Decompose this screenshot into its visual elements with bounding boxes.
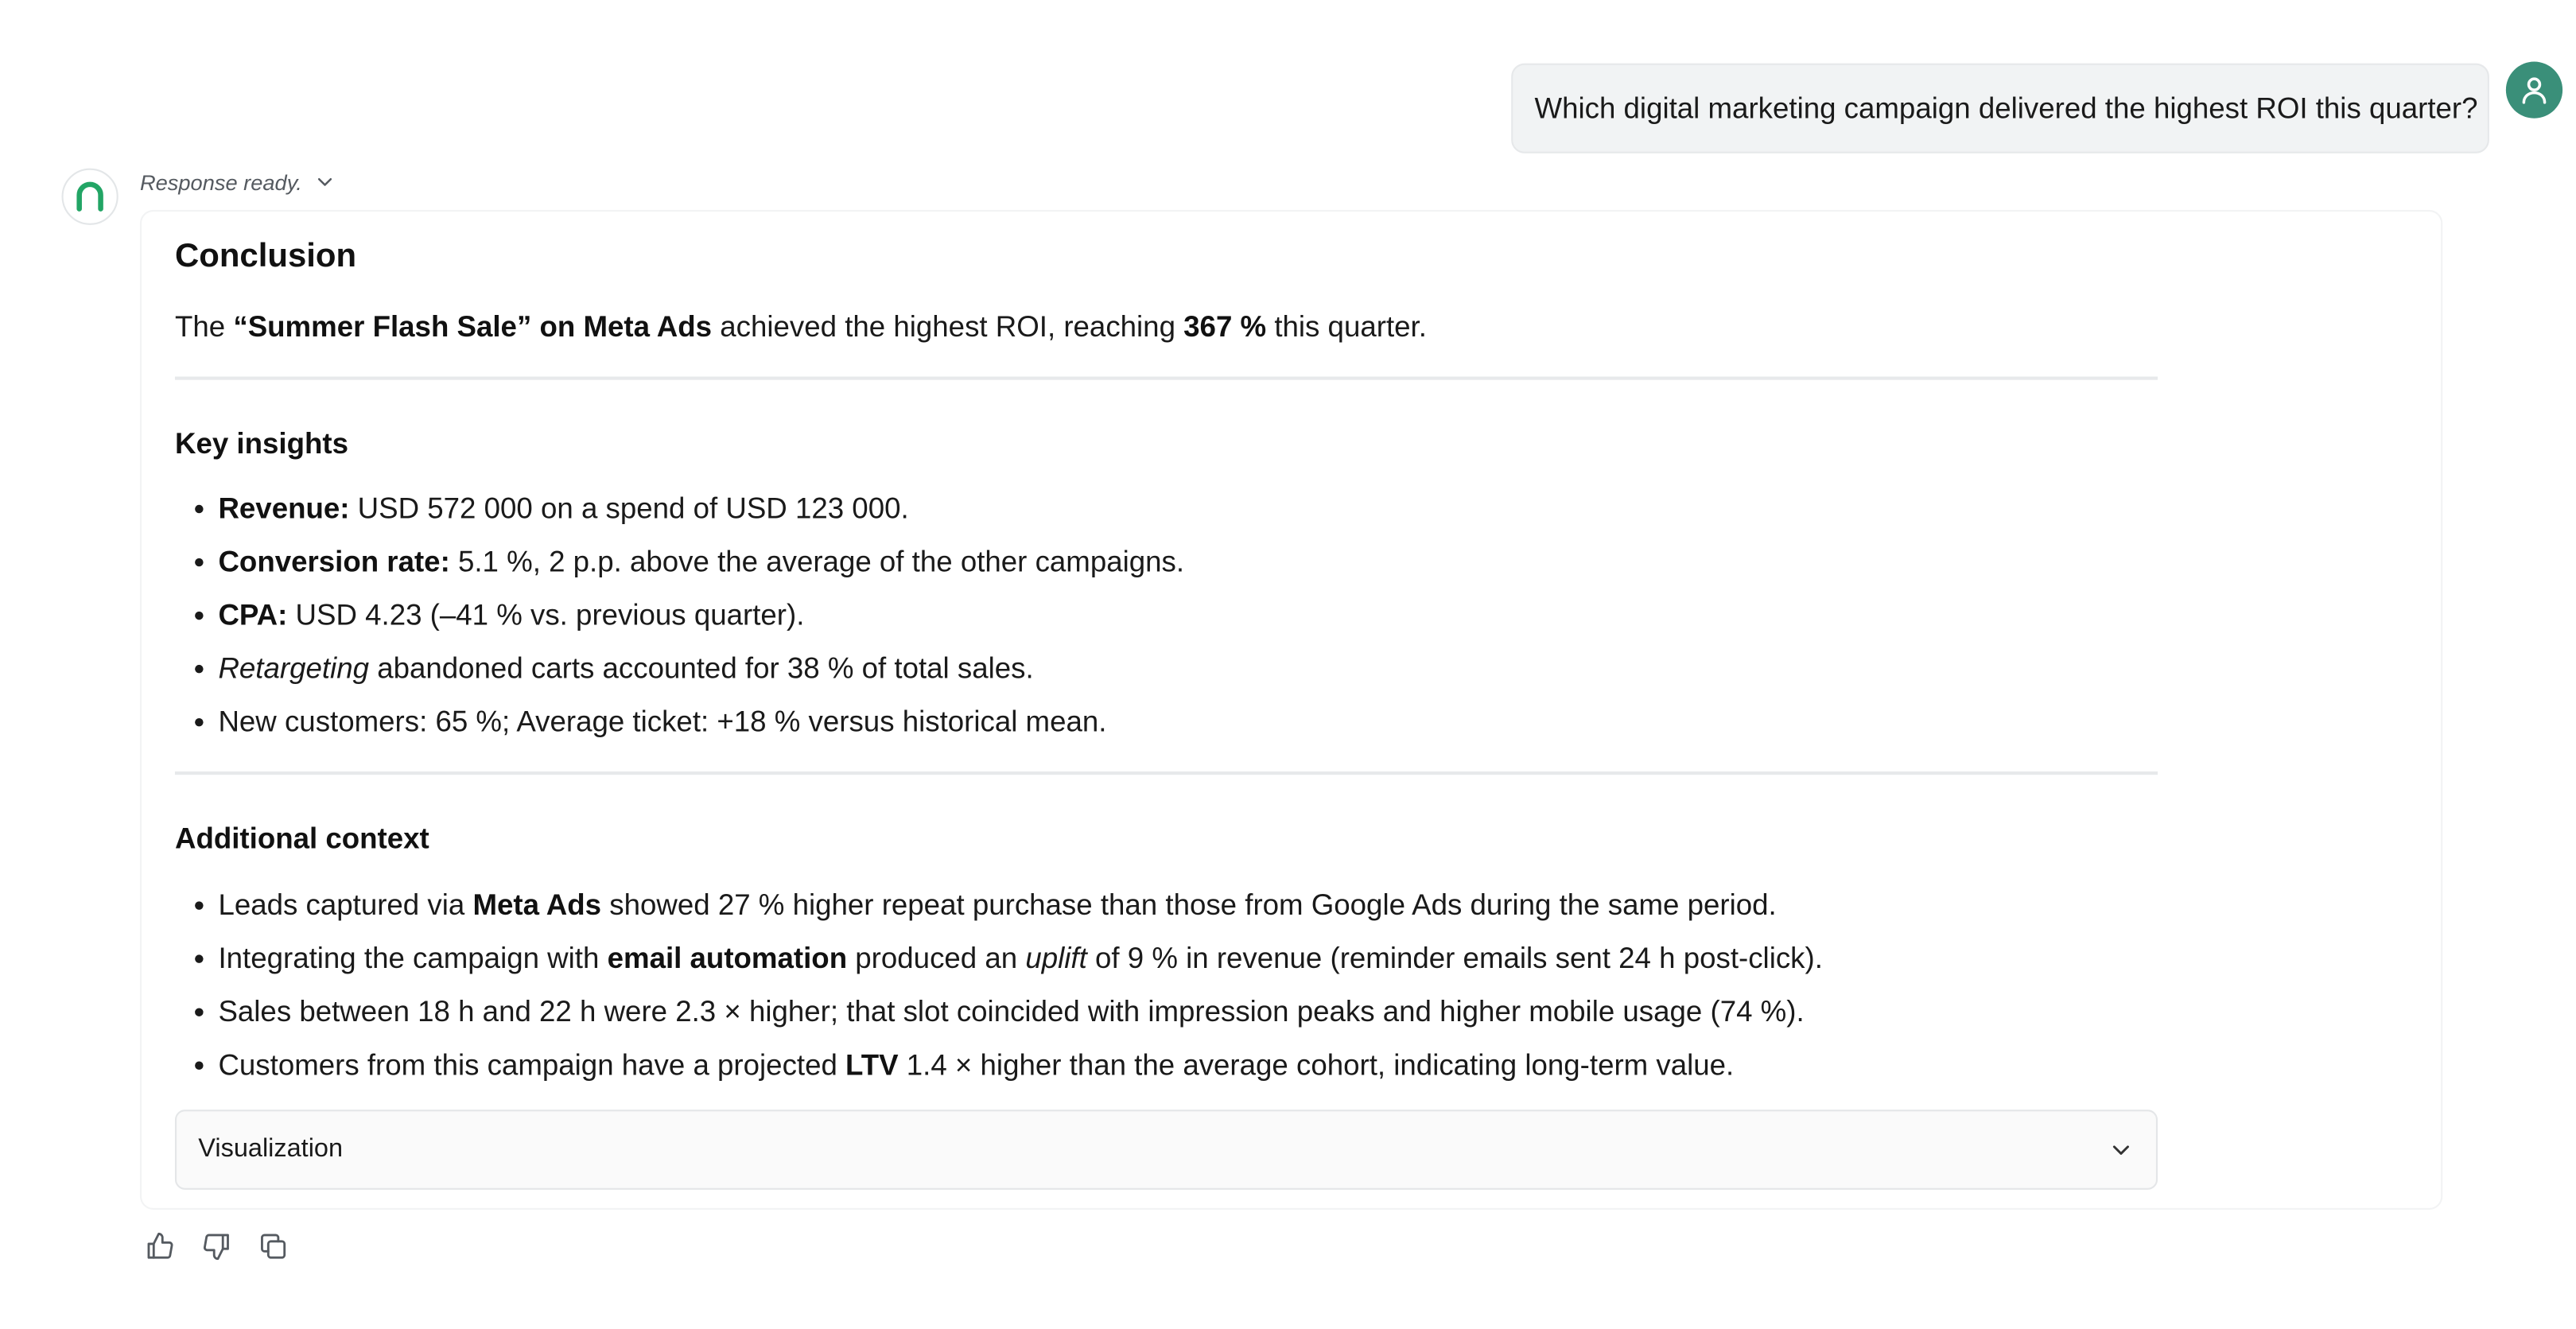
list-item: Leads captured via Meta Ads showed 27 % … (175, 878, 1823, 931)
user-avatar[interactable] (2505, 61, 2563, 119)
list-item: New customers: 65 %; Average ticket: +18… (175, 695, 1184, 748)
list-item: Retargeting abandoned carts accounted fo… (175, 642, 1184, 695)
copy-button[interactable] (257, 1228, 290, 1265)
list-item: Sales between 18 h and 22 h were 2.3 × h… (175, 985, 1823, 1038)
response-status-toggle[interactable]: Response ready. (140, 167, 336, 197)
conclusion-text: The “Summer Flash Sale” on Meta Ads achi… (174, 309, 1427, 344)
list-item: Integrating the campaign with email auto… (175, 931, 1823, 985)
message-actions (143, 1228, 289, 1265)
list-item: CPA: USD 4.23 (–41 % vs. previous quarte… (175, 589, 1184, 642)
thumbs-down-icon (204, 1234, 229, 1261)
chat-view: Which digital marketing campaign deliver… (0, 0, 2576, 1328)
additional-context-heading: Additional context (174, 821, 429, 855)
list-item: Revenue: USD 572 000 on a spend of USD 1… (175, 481, 1184, 534)
campaign-name: “Summer Flash Sale” on Meta Ads (233, 309, 713, 344)
response-status-text: Response ready. (139, 169, 302, 195)
visualization-label: Visualization (198, 1134, 344, 1164)
thumbs-down-button[interactable] (200, 1228, 233, 1265)
user-message-bubble: Which digital marketing campaign deliver… (1511, 63, 2489, 153)
additional-context-list: Leads captured via Meta Ads showed 27 % … (175, 878, 1823, 1091)
copy-icon (261, 1234, 286, 1259)
list-item: Conversion rate: 5.1 %, 2 p.p. above the… (175, 534, 1184, 588)
assistant-avatar (61, 168, 119, 225)
visualization-toggle[interactable]: Visualization (174, 1109, 2158, 1190)
thumbs-up-button[interactable] (143, 1228, 177, 1265)
divider (174, 771, 2158, 775)
divider (174, 376, 2158, 380)
key-insights-list: Revenue: USD 572 000 on a spend of USD 1… (175, 481, 1184, 748)
arch-logo-icon (76, 181, 103, 212)
key-insights-heading: Key insights (174, 426, 348, 460)
roi-value: 367 % (1183, 309, 1267, 344)
thumbs-up-icon (147, 1232, 173, 1259)
conclusion-heading: Conclusion (174, 238, 357, 275)
list-item: Customers from this campaign have a proj… (175, 1038, 1823, 1091)
chevron-down-icon (2112, 1145, 2129, 1155)
user-icon (2522, 77, 2547, 104)
chevron-down-icon (316, 172, 336, 192)
user-message-text: Which digital marketing campaign deliver… (1534, 91, 2478, 125)
